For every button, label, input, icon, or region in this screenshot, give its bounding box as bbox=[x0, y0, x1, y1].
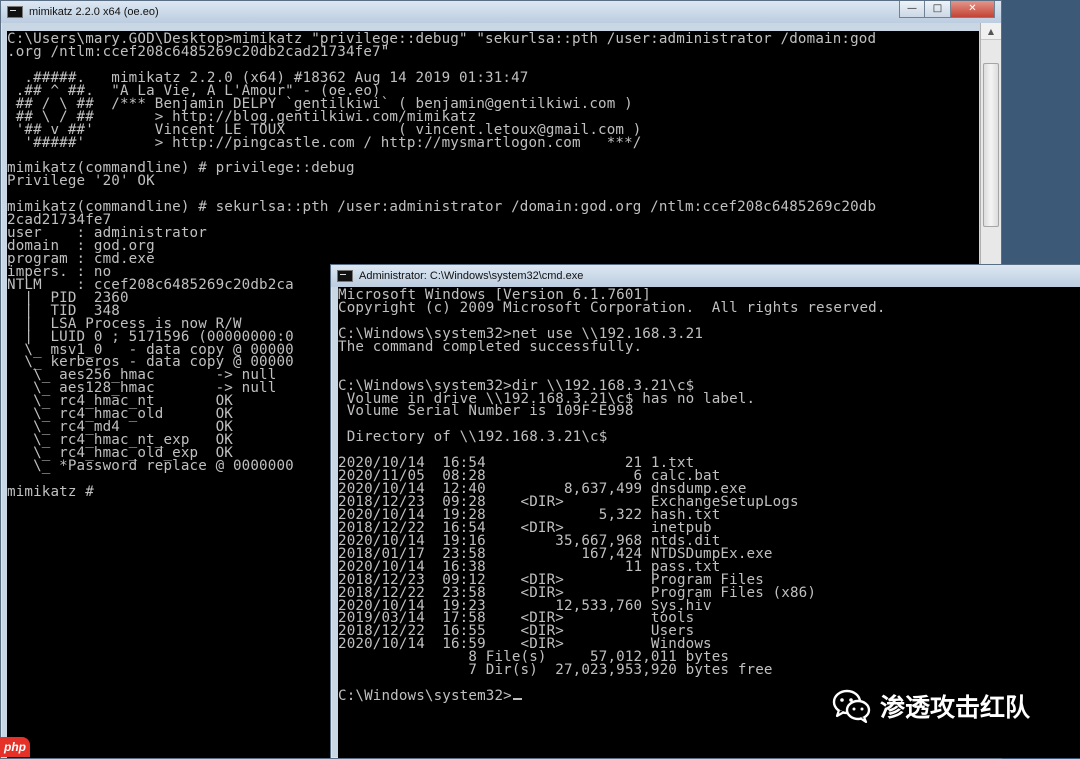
cmd-output-line: Directory of \\192.168.3.21\c$ bbox=[338, 429, 608, 446]
cmd-window: Administrator: C:\Windows\system32\cmd.e… bbox=[330, 264, 1080, 758]
mimikatz-window-title: mimikatz 2.2.0 x64 (oe.eo) bbox=[29, 6, 159, 18]
php-badge: php bbox=[0, 737, 30, 757]
scroll-up-icon[interactable]: ▲ bbox=[981, 23, 1001, 40]
cmd-output-line: Copyright (c) 2009 Microsoft Corporation… bbox=[338, 299, 886, 316]
console-app-icon bbox=[7, 6, 23, 18]
cmd-output-line: Volume Serial Number is 109F-E998 bbox=[338, 403, 634, 420]
watermark: 渗透攻击红队 bbox=[832, 688, 1030, 724]
mimikatz-output-line: '#####' > http://pingcastle.com / http:/… bbox=[7, 134, 642, 151]
mimikatz-titlebar[interactable]: mimikatz 2.2.0 x64 (oe.eo) — □ ✕ bbox=[1, 1, 1001, 23]
maximize-button[interactable]: □ bbox=[925, 1, 951, 18]
cmd-output-line: The command completed successfully. bbox=[338, 338, 643, 355]
cmd-app-icon bbox=[337, 270, 353, 282]
mimikatz-output-line: Privilege '20' OK bbox=[7, 173, 155, 190]
text-cursor bbox=[512, 698, 522, 701]
cmd-window-title: Administrator: C:\Windows\system32\cmd.e… bbox=[359, 270, 584, 282]
window-controls: — □ ✕ bbox=[899, 1, 995, 19]
cmd-output-line bbox=[338, 354, 1080, 367]
cmd-titlebar[interactable]: Administrator: C:\Windows\system32\cmd.e… bbox=[331, 265, 1080, 287]
cmd-output: Microsoft Windows [Version 6.1.7601] Copy… bbox=[338, 287, 1080, 703]
wechat-icon bbox=[832, 689, 871, 723]
cmd-output-line: 7 Dir(s) 27,023,953,920 bytes free bbox=[338, 662, 773, 679]
mimikatz-output-line: .org /ntlm:ccef208c6485269c20db2cad21734… bbox=[7, 43, 390, 60]
mimikatz-output-line: mimikatz(commandline) # sekurlsa::pth /u… bbox=[7, 199, 877, 216]
minimize-button[interactable]: — bbox=[899, 1, 925, 18]
close-button[interactable]: ✕ bbox=[951, 1, 995, 18]
scrollbar-thumb[interactable] bbox=[983, 63, 999, 227]
watermark-text: 渗透攻击红队 bbox=[880, 693, 1031, 722]
